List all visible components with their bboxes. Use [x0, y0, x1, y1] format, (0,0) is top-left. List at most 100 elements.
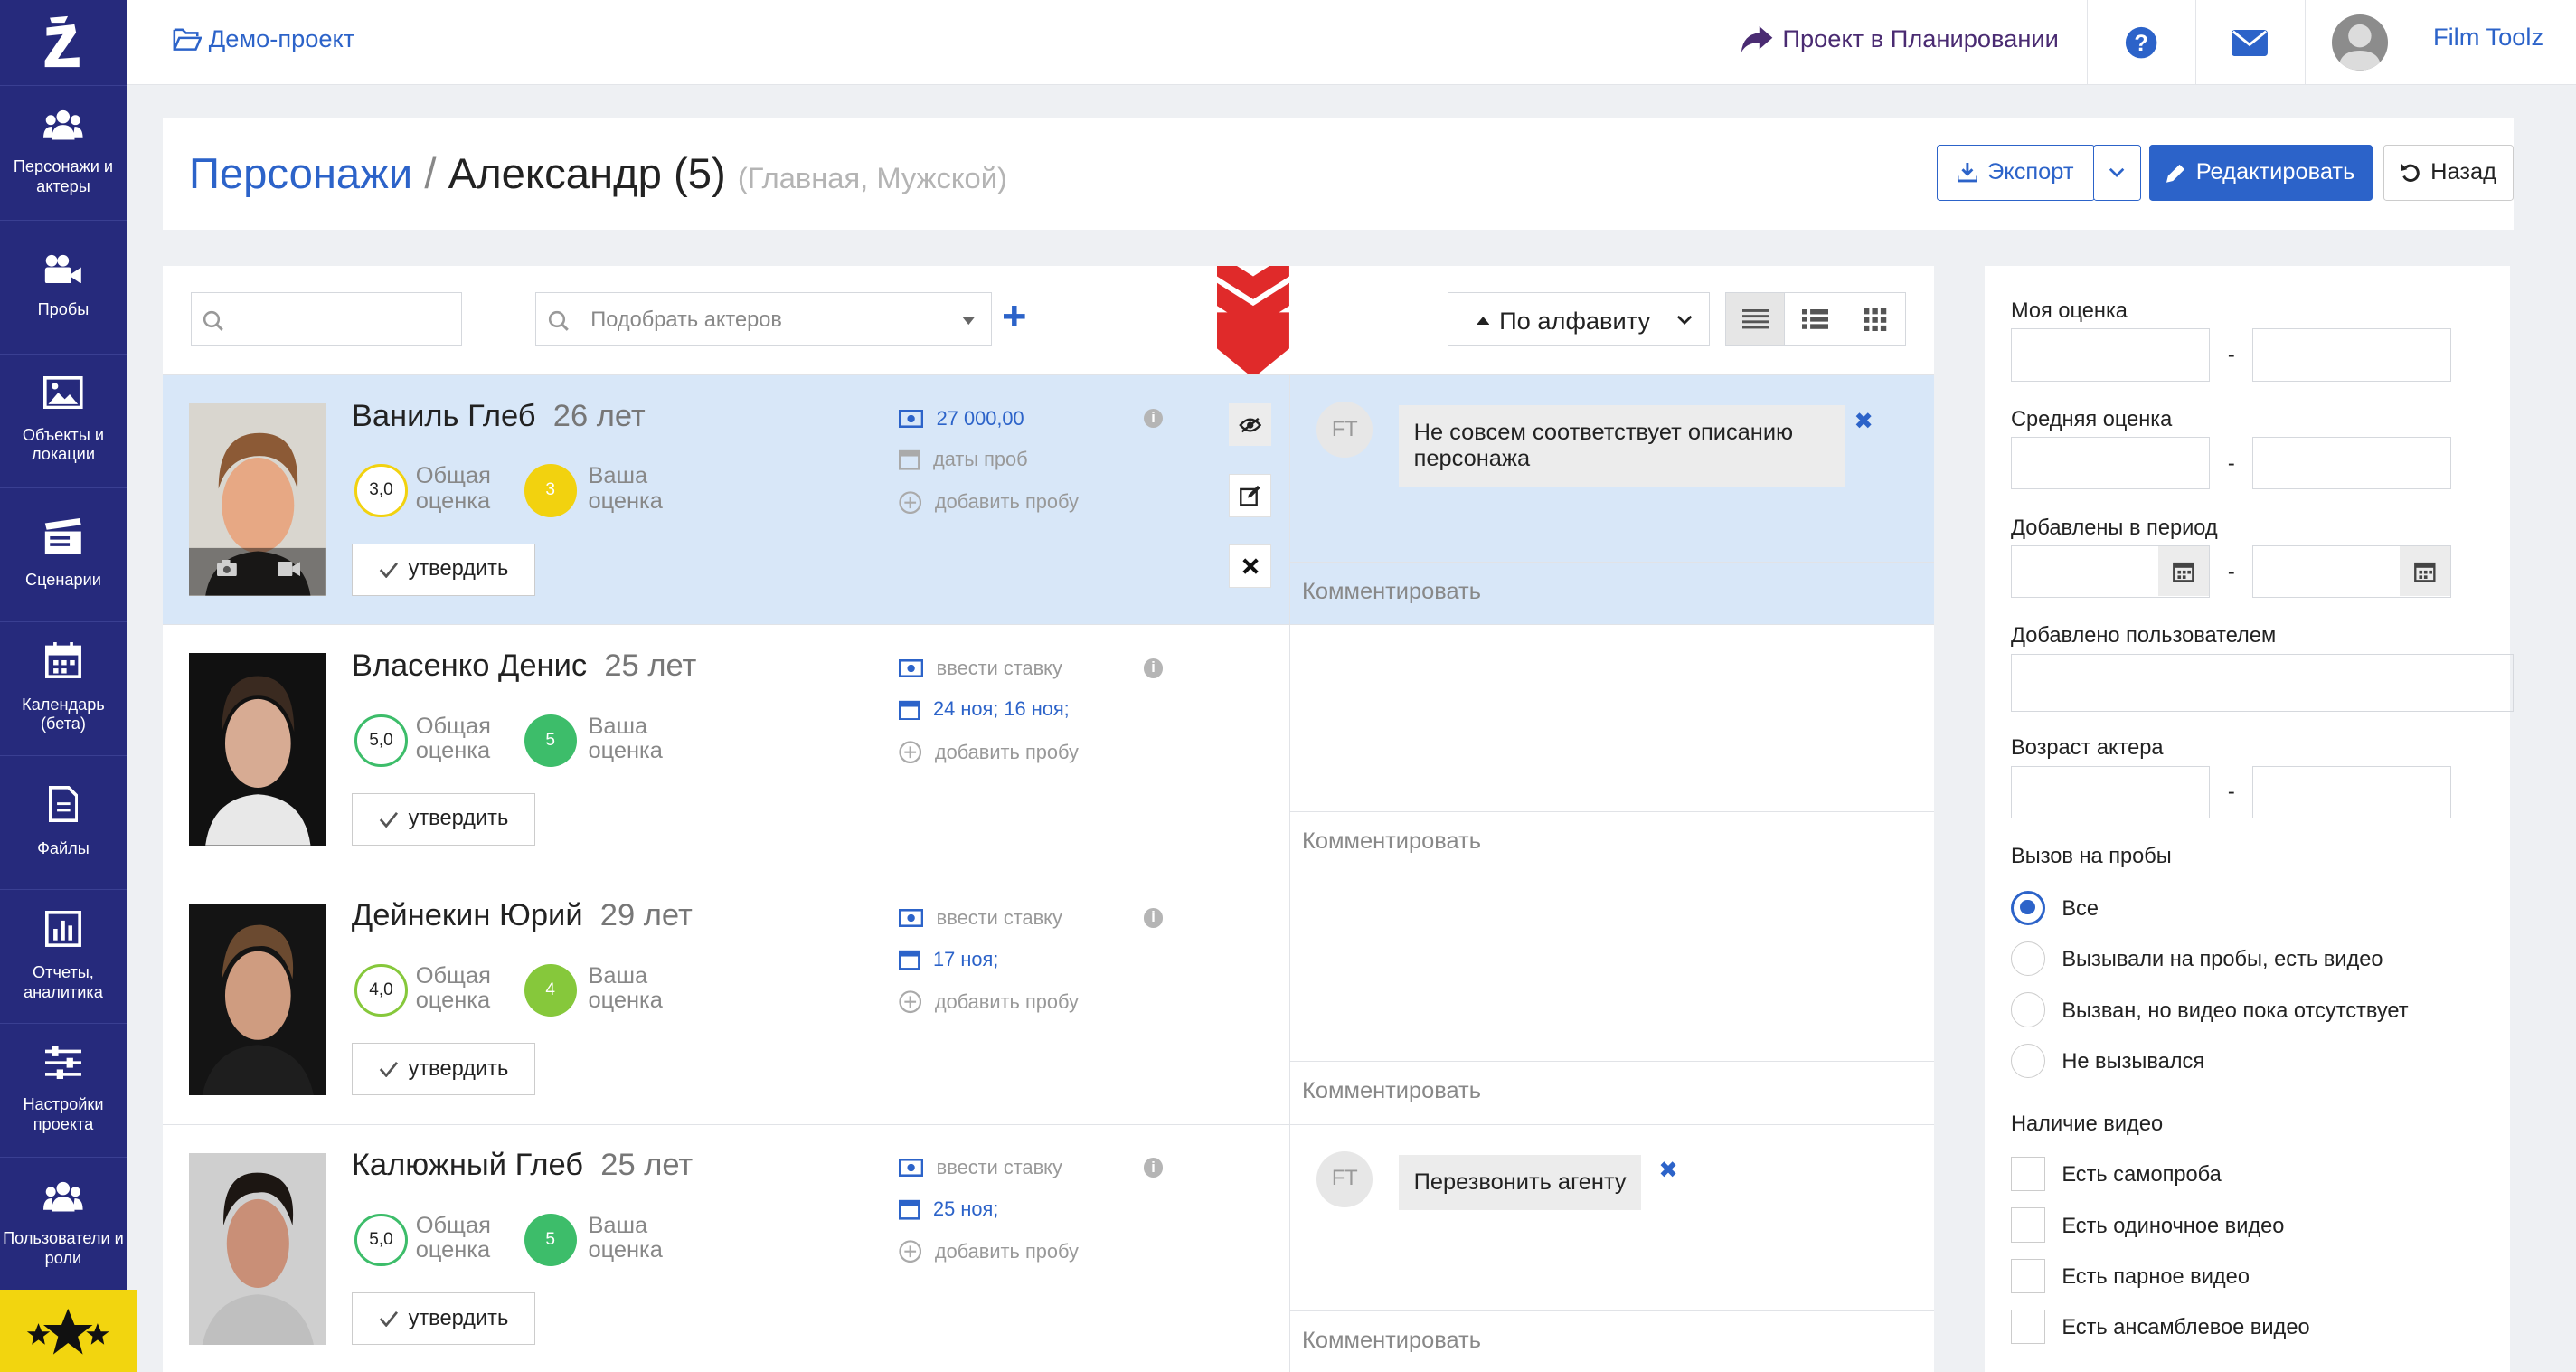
video-option-label[interactable]: Есть ансамблевое видео [2062, 1316, 2309, 1340]
planning-link[interactable]: Проект в Планировании [1740, 24, 2059, 53]
view-grid-button[interactable] [1845, 292, 1906, 347]
remove-actor-button[interactable] [1229, 544, 1272, 588]
search-input[interactable] [190, 292, 462, 347]
sidebar-item-scripts[interactable]: Сценарии [0, 487, 127, 621]
back-button[interactable]: Назад [2383, 144, 2514, 201]
view-compact-list-button[interactable] [1724, 292, 1787, 347]
trial-option-radio[interactable] [2010, 941, 2046, 977]
sidebar-item-trials[interactable]: Пробы [0, 219, 127, 354]
photo-icon[interactable] [216, 559, 237, 576]
actor-photo[interactable] [188, 653, 326, 846]
actor-row[interactable]: Калюжный Глеб 25 лет 5,0 Общая оценка 5 … [162, 1123, 1934, 1372]
video-option-checkbox[interactable] [2010, 1207, 2046, 1243]
actor-name[interactable]: Дейнекин Юрий 29 лет [352, 898, 693, 933]
comment-input[interactable]: Комментировать [1290, 1060, 1934, 1123]
trial-option-label[interactable]: Вызван, но видео пока отсутствует [2062, 999, 2408, 1024]
actor-row[interactable]: Дейнекин Юрий 29 лет 4,0 Общая оценка 4 … [162, 874, 1934, 1125]
avg-rating-from-input[interactable] [2010, 437, 2210, 490]
my-score[interactable]: 5 [524, 1213, 577, 1267]
age-to-input[interactable] [2252, 765, 2451, 818]
app-logo[interactable] [0, 0, 127, 85]
actor-row[interactable]: Ваниль Глеб 26 лет 3,0 Общая оценка 3 Ва… [162, 374, 1934, 626]
actor-photo[interactable] [188, 403, 326, 596]
actor-photo[interactable] [188, 1152, 326, 1346]
actor-name[interactable]: Калюжный Глеб 25 лет [352, 1148, 693, 1183]
video-option-label[interactable]: Есть одиночное видео [2062, 1215, 2284, 1239]
trial-dates[interactable]: 24 ноя; 16 ноя; [898, 697, 1070, 721]
sidebar-item-calendar[interactable]: Календарь (бета) [0, 620, 127, 755]
messages-button[interactable] [2194, 0, 2304, 86]
hide-button[interactable] [1229, 403, 1272, 447]
my-rating-from-input[interactable] [2010, 328, 2210, 382]
rate[interactable]: ввести ставку [898, 657, 1062, 680]
calendar-icon[interactable] [2157, 546, 2209, 596]
comment-input[interactable]: Комментировать [1290, 810, 1934, 874]
sidebar-item-settings[interactable]: Настройки проекта [0, 1023, 127, 1157]
add-trial[interactable]: добавить пробу [899, 741, 1079, 764]
info-icon[interactable]: i [1143, 1158, 1164, 1178]
added-to-date-input[interactable] [2252, 545, 2451, 599]
approve-button[interactable]: утвердить [351, 1292, 536, 1346]
trial-option-radio[interactable] [2010, 1043, 2046, 1078]
add-trial[interactable]: добавить пробу [899, 990, 1079, 1014]
edit-actor-button[interactable] [1229, 474, 1272, 517]
help-button[interactable]: ? [2086, 0, 2195, 86]
view-list-button[interactable] [1784, 292, 1847, 347]
trial-option-label[interactable]: Все [2062, 897, 2099, 922]
breadcrumb-characters[interactable]: Персонажи [189, 150, 412, 198]
user-avatar-button[interactable] [2305, 0, 2413, 86]
export-dropdown-button[interactable] [2092, 144, 2141, 201]
video-option-label[interactable]: Есть парное видео [2062, 1265, 2250, 1290]
add-trial[interactable]: добавить пробу [899, 1240, 1079, 1263]
video-option-checkbox[interactable] [2010, 1258, 2046, 1293]
rate[interactable]: 27 000,00 [898, 407, 1024, 431]
comment-input[interactable]: Комментировать [1290, 1310, 1934, 1372]
approve-button[interactable]: утвердить [351, 792, 536, 846]
actor-photo[interactable] [188, 903, 326, 1096]
sidebar-item-locations[interactable]: Объекты и локации [0, 353, 127, 487]
sort-select[interactable]: По алфавиту [1447, 292, 1711, 347]
delete-comment-icon[interactable]: ✖ [1658, 1156, 1677, 1184]
info-icon[interactable]: i [1143, 907, 1164, 928]
approve-button[interactable]: утвердить [351, 1042, 536, 1096]
sidebar-item-users[interactable]: Пользователи и роли [0, 1157, 127, 1291]
video-icon[interactable] [278, 561, 301, 576]
sidebar-item-characters[interactable]: Персонажи и актеры [0, 85, 127, 219]
delete-comment-icon[interactable]: ✖ [1854, 407, 1873, 435]
actor-name[interactable]: Власенко Денис 25 лет [352, 648, 697, 684]
trial-option-label[interactable]: Не вызывался [2062, 1050, 2204, 1074]
my-score[interactable]: 5 [524, 714, 577, 767]
trial-option-radio[interactable] [2010, 890, 2046, 925]
my-score[interactable]: 3 [524, 464, 577, 517]
video-option-checkbox[interactable] [2010, 1157, 2046, 1192]
actor-row[interactable]: Власенко Денис 25 лет 5,0 Общая оценка 5… [162, 624, 1934, 875]
info-icon[interactable]: i [1143, 658, 1164, 678]
pick-actors-select[interactable]: Подобрать актеров [535, 292, 993, 347]
video-option-checkbox[interactable] [2010, 1310, 2046, 1345]
export-button[interactable]: Экспорт [1937, 144, 2095, 201]
added-by-input[interactable] [2010, 654, 2514, 712]
rate[interactable]: ввести ставку [898, 1156, 1062, 1179]
sidebar-item-files[interactable]: Файлы [0, 754, 127, 889]
trial-dates[interactable]: даты проб [898, 448, 1028, 471]
my-rating-to-input[interactable] [2252, 328, 2451, 382]
edit-button[interactable]: Редактировать [2148, 144, 2373, 201]
my-score[interactable]: 4 [524, 963, 577, 1017]
info-icon[interactable]: i [1143, 408, 1164, 429]
rate[interactable]: ввести ставку [898, 906, 1062, 930]
added-from-date-input[interactable] [2010, 545, 2210, 599]
approve-button[interactable]: утвердить [351, 543, 536, 596]
sidebar-item-reports[interactable]: Отчеты, аналитика [0, 888, 127, 1023]
stars-button[interactable] [0, 1290, 137, 1372]
age-from-input[interactable] [2010, 765, 2210, 818]
video-option-label[interactable]: Есть самопроба [2062, 1163, 2221, 1187]
add-actor-button[interactable] [1004, 304, 1025, 334]
avg-rating-to-input[interactable] [2252, 437, 2451, 490]
project-link[interactable]: Демо-проект [173, 24, 354, 53]
actor-name[interactable]: Ваниль Глеб 26 лет [352, 399, 646, 434]
username[interactable]: Film Toolz [2433, 23, 2543, 52]
trial-dates[interactable]: 17 ноя; [898, 948, 998, 971]
comment-input[interactable]: Комментировать [1290, 561, 1934, 624]
calendar-icon[interactable] [2399, 546, 2450, 596]
trial-dates[interactable]: 25 ноя; [898, 1197, 998, 1221]
